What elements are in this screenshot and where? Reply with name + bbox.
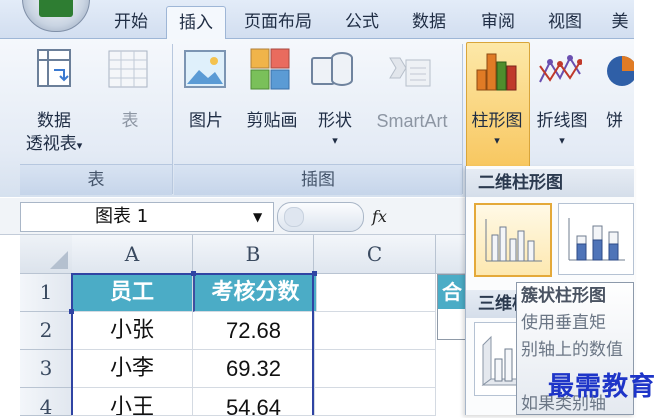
clustered-column-icon	[485, 219, 542, 262]
picture-button[interactable]: 图片	[182, 110, 230, 133]
group-label-tables: 表	[20, 164, 172, 195]
row-header-4[interactable]: 4	[20, 388, 73, 416]
row-header-2[interactable]: 2	[20, 312, 73, 350]
column-header-b[interactable]: B	[193, 235, 314, 274]
shapes-label: 形状	[318, 111, 352, 131]
office-logo-icon	[39, 0, 73, 17]
select-all-corner[interactable]	[20, 235, 73, 274]
cell-a4-value: 小王	[109, 395, 154, 416]
corner-triangle-icon	[50, 251, 68, 269]
tooltip-line: 使用垂直矩	[521, 313, 606, 333]
chevron-down-icon: ▾	[494, 134, 500, 147]
cell-c1[interactable]	[315, 274, 436, 312]
pie-chart-icon	[600, 54, 634, 88]
cell-b4-value: 54.64	[225, 395, 282, 416]
shapes-button[interactable]: 形状 ▾	[310, 110, 360, 149]
group-divider	[172, 44, 173, 194]
fx-icon: fx	[372, 207, 387, 226]
pie-chart-button[interactable]: 饼	[606, 110, 634, 133]
row-header-4-label: 4	[39, 395, 53, 416]
chart-object[interactable]: 合	[437, 274, 467, 340]
smartart-button[interactable]: SmartArt	[366, 110, 458, 133]
tab-more[interactable]: 美	[606, 6, 634, 38]
chevron-down-icon: ▾	[559, 134, 565, 147]
range-handle[interactable]	[69, 309, 74, 314]
line-chart-button[interactable]: 折线图	[530, 110, 594, 133]
smartart-icon	[388, 54, 432, 90]
range-handle[interactable]	[312, 271, 317, 276]
pivot-table-button[interactable]: 数据 透视表▾	[22, 110, 86, 157]
shapes-icon	[310, 48, 354, 90]
pivot-label-line2: 透视表	[25, 134, 77, 154]
cell-a2[interactable]: 小张	[72, 312, 193, 350]
name-box[interactable]: 图表 1 ▼	[20, 202, 274, 232]
pivot-table-icon	[36, 48, 72, 88]
stacked-column-icon	[568, 218, 625, 261]
clipart-button[interactable]: 剪贴画	[240, 110, 304, 133]
tab-page-layout[interactable]: 页面布局	[228, 6, 328, 38]
cell-c4[interactable]	[315, 388, 436, 416]
group-divider	[462, 44, 463, 194]
insert-function-button[interactable]: fx	[277, 202, 387, 232]
row-header-3[interactable]: 3	[20, 350, 73, 388]
circle-handle-icon	[284, 207, 304, 227]
picture-icon	[184, 50, 226, 88]
chevron-down-icon[interactable]: ▼	[253, 204, 262, 230]
row-header-1[interactable]: 1	[20, 274, 73, 312]
chart-title-fragment: 合	[438, 275, 466, 309]
name-box-value: 图表 1	[95, 206, 149, 227]
clustered-column-option[interactable]	[474, 203, 552, 277]
cell-b4[interactable]: 54.64	[193, 388, 315, 416]
line-chart-icon	[538, 52, 583, 90]
cell-b2[interactable]: 72.68	[193, 312, 315, 350]
cell-b3[interactable]: 69.32	[193, 350, 315, 388]
chevron-down-icon: ▾	[332, 134, 338, 147]
column-chart-icon	[474, 48, 520, 92]
tab-formulas[interactable]: 公式	[332, 6, 392, 38]
tooltip-line: 别轴上的数值	[521, 340, 623, 360]
column-chart-label: 柱形图	[471, 111, 523, 131]
cell-a4[interactable]: 小王	[72, 388, 193, 416]
chevron-down-icon: ▾	[76, 139, 83, 152]
stacked-column-option[interactable]	[558, 203, 634, 275]
tab-home[interactable]: 开始	[100, 6, 162, 38]
table-button[interactable]: 表	[110, 110, 150, 133]
range-handle[interactable]	[191, 271, 196, 276]
cell-a1[interactable]: 员工	[72, 274, 193, 312]
cell-a3[interactable]: 小李	[72, 350, 193, 388]
cell-c3[interactable]	[315, 350, 436, 388]
cell-c2[interactable]	[315, 312, 436, 350]
tab-insert[interactable]: 插入	[166, 6, 226, 39]
tab-review[interactable]: 审阅	[468, 6, 528, 38]
clipart-icon	[250, 48, 290, 90]
column-header-d[interactable]	[436, 235, 466, 274]
column-header-a[interactable]: A	[72, 235, 193, 274]
tab-view[interactable]: 视图	[534, 6, 596, 38]
table-icon	[108, 50, 148, 88]
group-label-illustrations: 插图	[174, 164, 462, 195]
tab-data[interactable]: 数据	[398, 6, 460, 38]
gallery-section-2d: 二维柱形图	[466, 169, 634, 197]
tooltip-title: 簇状柱形图	[521, 286, 606, 306]
cell-b1[interactable]: 考核分数	[193, 274, 317, 312]
column-header-c[interactable]: C	[314, 235, 436, 274]
pivot-label-line1: 数据	[37, 111, 71, 131]
watermark: 最需教育	[548, 372, 657, 402]
